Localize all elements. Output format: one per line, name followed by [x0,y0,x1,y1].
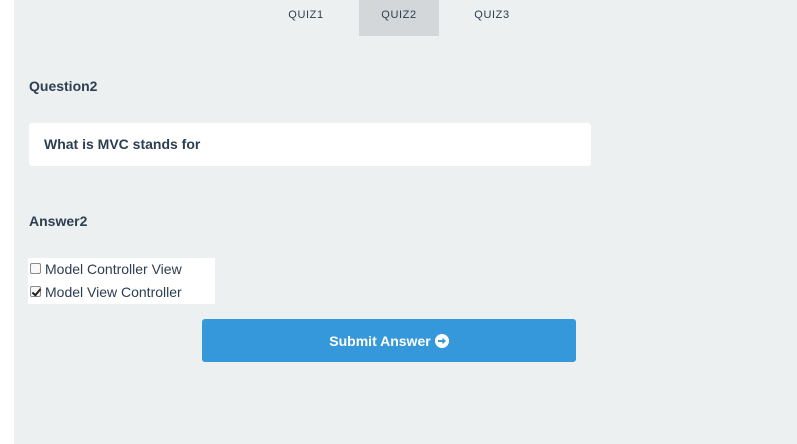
question-text: What is MVC stands for [44,136,201,152]
answer-options: Model Controller View Model View Control… [28,258,215,304]
option-checkbox[interactable] [30,286,41,297]
tab-quiz3[interactable]: QUIZ3 [452,0,532,36]
option-checkbox[interactable] [30,263,41,274]
question-heading: Question2 [29,78,98,94]
arrow-circle-right-icon [434,333,449,348]
question-box: What is MVC stands for [29,123,591,166]
option-label: Model View Controller [45,284,182,300]
submit-answer-button[interactable]: Submit Answer [202,319,576,362]
answer-heading: Answer2 [29,213,88,229]
submit-button-label: Submit Answer [329,332,431,349]
tab-quiz2[interactable]: QUIZ2 [359,0,439,36]
option-label: Model Controller View [45,261,182,277]
quiz-page: QUIZ1 QUIZ2 QUIZ3 Question2 What is MVC … [14,0,797,444]
tab-quiz1[interactable]: QUIZ1 [266,0,346,36]
answer-option[interactable]: Model Controller View [28,258,215,281]
answer-option[interactable]: Model View Controller [28,281,215,304]
quiz-tabs: QUIZ1 QUIZ2 QUIZ3 [14,0,797,36]
